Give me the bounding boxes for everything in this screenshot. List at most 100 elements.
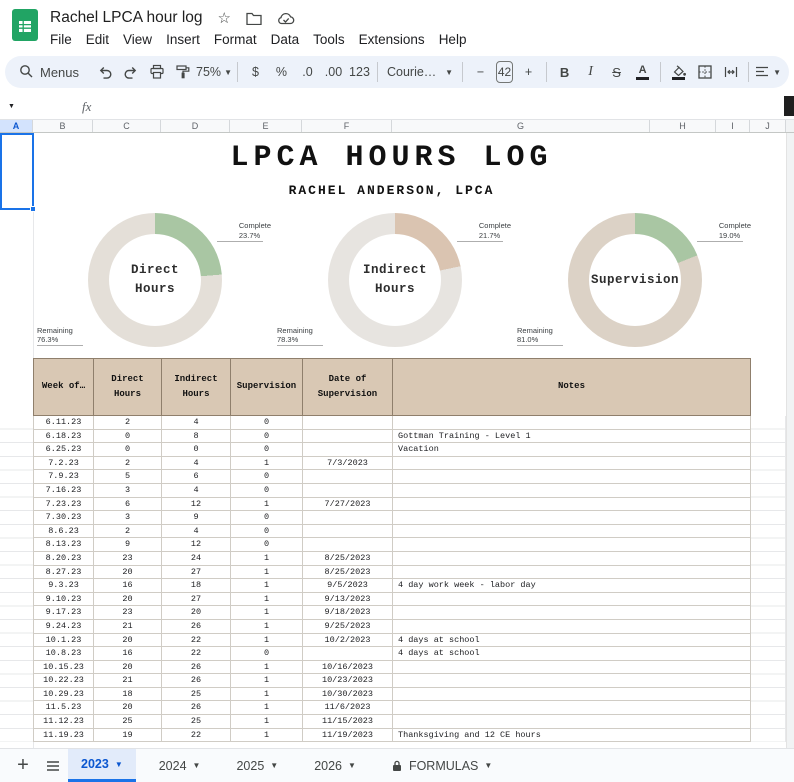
sheet-tab-2026[interactable]: 2026▼ <box>301 749 369 782</box>
sheet-tab-2024[interactable]: 2024▼ <box>146 749 214 782</box>
italic-button[interactable]: I <box>578 59 603 85</box>
cell-week-of[interactable]: 11.5.23 <box>34 701 94 715</box>
header-date-of-supervision[interactable]: Date of Supervision <box>303 359 393 416</box>
cell-indirect-hours[interactable]: 25 <box>162 687 231 701</box>
cell-notes[interactable]: Vacation <box>393 443 751 457</box>
cell-week-of[interactable]: 7.30.23 <box>34 511 94 525</box>
cell-week-of[interactable]: 7.16.23 <box>34 483 94 497</box>
font-size-input[interactable]: 42 <box>496 61 513 83</box>
cell-notes[interactable] <box>393 538 751 552</box>
decrease-font-size-button[interactable]: − <box>468 59 493 85</box>
cell-direct-hours[interactable]: 21 <box>94 674 162 688</box>
cell-date-of-supervision[interactable]: 8/25/2023 <box>303 565 393 579</box>
empty-cells-region[interactable] <box>0 416 33 742</box>
cell-week-of[interactable]: 10.1.23 <box>34 633 94 647</box>
cell-notes[interactable] <box>393 497 751 511</box>
cell-notes[interactable] <box>393 701 751 715</box>
cell-date-of-supervision[interactable]: 11/6/2023 <box>303 701 393 715</box>
cell-date-of-supervision[interactable] <box>303 429 393 443</box>
cell-direct-hours[interactable]: 2 <box>94 524 162 538</box>
bold-button[interactable]: B <box>552 59 577 85</box>
text-color-button[interactable]: A <box>630 59 655 85</box>
cell-selection-a1[interactable] <box>0 133 34 210</box>
donut-chart-indirect-hours[interactable]: Complete21.7% Indirect Hours Remaining78… <box>275 207 515 357</box>
cell-indirect-hours[interactable]: 22 <box>162 633 231 647</box>
cell-supervision[interactable]: 1 <box>231 674 303 688</box>
cell-week-of[interactable]: 9.10.23 <box>34 592 94 606</box>
cell-week-of[interactable]: 11.12.23 <box>34 715 94 729</box>
cell-indirect-hours[interactable]: 27 <box>162 592 231 606</box>
cell-direct-hours[interactable]: 3 <box>94 483 162 497</box>
col-header-e[interactable]: E <box>230 120 302 132</box>
cell-supervision[interactable]: 0 <box>231 470 303 484</box>
merge-cells-button[interactable] <box>718 59 743 85</box>
menu-tools[interactable]: Tools <box>306 31 352 48</box>
cell-indirect-hours[interactable]: 27 <box>162 565 231 579</box>
cell-supervision[interactable]: 0 <box>231 483 303 497</box>
donut-chart-direct-hours[interactable]: Complete23.7% Direct Hours Remaining76.3… <box>35 207 275 357</box>
cell-notes[interactable] <box>393 687 751 701</box>
menu-edit[interactable]: Edit <box>79 31 116 48</box>
col-header-b[interactable]: B <box>33 120 93 132</box>
cell-supervision[interactable]: 1 <box>231 715 303 729</box>
cell-indirect-hours[interactable]: 22 <box>162 647 231 661</box>
all-sheets-icon[interactable] <box>38 751 68 781</box>
cell-notes[interactable] <box>393 483 751 497</box>
cell-supervision[interactable]: 1 <box>231 579 303 593</box>
cell-notes[interactable] <box>393 416 751 430</box>
cell-week-of[interactable]: 6.25.23 <box>34 443 94 457</box>
search-menus-button[interactable]: Menus <box>13 59 91 85</box>
more-formats-button[interactable]: 123 <box>347 59 372 85</box>
cell-week-of[interactable]: 9.3.23 <box>34 579 94 593</box>
cell-indirect-hours[interactable]: 18 <box>162 579 231 593</box>
cell-indirect-hours[interactable]: 4 <box>162 416 231 430</box>
scrollbar-thumb-top[interactable] <box>784 96 794 116</box>
cell-date-of-supervision[interactable] <box>303 538 393 552</box>
header-indirect-hours[interactable]: Indirect Hours <box>162 359 231 416</box>
cell-indirect-hours[interactable]: 26 <box>162 619 231 633</box>
cell-date-of-supervision[interactable]: 10/23/2023 <box>303 674 393 688</box>
cell-notes[interactable]: 4 days at school <box>393 647 751 661</box>
cell-date-of-supervision[interactable]: 11/19/2023 <box>303 728 393 742</box>
cell-indirect-hours[interactable]: 26 <box>162 660 231 674</box>
cell-date-of-supervision[interactable]: 7/27/2023 <box>303 497 393 511</box>
cell-week-of[interactable]: 8.27.23 <box>34 565 94 579</box>
cell-notes[interactable] <box>393 565 751 579</box>
increase-decimal-button[interactable]: .00 <box>321 59 346 85</box>
cell-indirect-hours[interactable]: 20 <box>162 606 231 620</box>
star-icon[interactable]: ☆ <box>218 9 231 27</box>
cell-direct-hours[interactable]: 25 <box>94 715 162 729</box>
cell-date-of-supervision[interactable] <box>303 511 393 525</box>
chevron-down-icon[interactable]: ▼ <box>348 761 356 770</box>
cell-supervision[interactable]: 1 <box>231 728 303 742</box>
cell-supervision[interactable]: 1 <box>231 497 303 511</box>
cell-date-of-supervision[interactable] <box>303 416 393 430</box>
menu-format[interactable]: Format <box>207 31 264 48</box>
cell-supervision[interactable]: 0 <box>231 647 303 661</box>
cell-supervision[interactable]: 0 <box>231 443 303 457</box>
cell-week-of[interactable]: 10.8.23 <box>34 647 94 661</box>
sheet-tab-formulas[interactable]: FORMULAS▼ <box>379 749 505 782</box>
sheet-title-cell[interactable]: LPCA HOURS LOG <box>33 141 750 175</box>
cell-direct-hours[interactable]: 3 <box>94 511 162 525</box>
cell-week-of[interactable]: 7.9.23 <box>34 470 94 484</box>
move-folder-icon[interactable] <box>246 12 262 25</box>
col-header-g[interactable]: G <box>392 120 650 132</box>
cell-notes[interactable] <box>393 619 751 633</box>
cell-date-of-supervision[interactable] <box>303 470 393 484</box>
sheet-tab-2023[interactable]: 2023▼ <box>68 749 136 782</box>
cell-indirect-hours[interactable]: 6 <box>162 470 231 484</box>
cell-supervision[interactable]: 1 <box>231 619 303 633</box>
header-supervision[interactable]: Supervision <box>231 359 303 416</box>
col-header-f[interactable]: F <box>302 120 392 132</box>
cell-supervision[interactable]: 1 <box>231 456 303 470</box>
cell-supervision[interactable]: 1 <box>231 633 303 647</box>
cell-supervision[interactable]: 1 <box>231 606 303 620</box>
cell-notes[interactable]: 4 days at school <box>393 633 751 647</box>
cell-notes[interactable]: Gottman Training - Level 1 <box>393 429 751 443</box>
cell-date-of-supervision[interactable]: 11/15/2023 <box>303 715 393 729</box>
cell-notes[interactable]: Thanksgiving and 12 CE hours <box>393 728 751 742</box>
cell-indirect-hours[interactable]: 0 <box>162 443 231 457</box>
cell-supervision[interactable]: 1 <box>231 687 303 701</box>
cell-date-of-supervision[interactable]: 8/25/2023 <box>303 551 393 565</box>
